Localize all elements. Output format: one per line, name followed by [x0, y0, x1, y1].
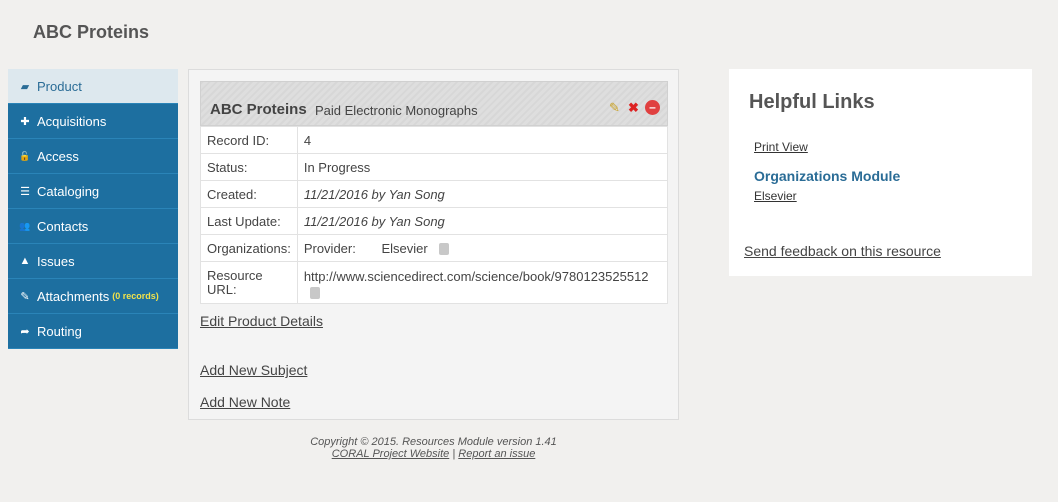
add-new-note-link[interactable]: Add New Note: [200, 394, 290, 410]
book-icon: ▰: [20, 80, 30, 93]
report-issue-link[interactable]: Report an issue: [458, 448, 535, 460]
sidebar-item-label: Access: [37, 148, 79, 164]
delete-icon[interactable]: ✖: [626, 100, 641, 115]
org-role: Provider:: [303, 240, 356, 256]
table-row: Organizations: Provider: Elsevier: [200, 234, 669, 262]
table-row: Record ID: 4: [200, 126, 669, 154]
share-icon: ➦: [20, 325, 30, 338]
record-id-value: 4: [296, 126, 669, 154]
print-view-link[interactable]: Print View: [754, 140, 808, 154]
sidebar-item-label: Routing: [37, 323, 82, 339]
sidebar-item-label: Product: [37, 78, 82, 94]
helpful-links-panel: Helpful Links Print View Organizations M…: [729, 69, 1032, 276]
sidebar-item-label: Attachments: [37, 288, 110, 304]
organizations-label: Organizations:: [200, 234, 298, 262]
footer-copyright: Copyright © 2015. Resources Module versi…: [310, 436, 557, 448]
last-update-label: Last Update:: [200, 207, 298, 235]
list-icon: ☰: [20, 185, 30, 198]
sidebar-item-label: Acquisitions: [37, 113, 107, 129]
open-url-icon[interactable]: [309, 286, 320, 299]
record-id-label: Record ID:: [200, 126, 298, 154]
paperclip-icon: ✎: [20, 290, 30, 303]
sidebar-item-label: Contacts: [37, 218, 89, 234]
last-update-value: 11/21/2016 by Yan Song: [303, 213, 445, 229]
record-subtitle: Paid Electronic Monographs: [315, 103, 478, 118]
created-label: Created:: [200, 180, 298, 208]
table-row: Created: 11/21/2016 by Yan Song: [200, 180, 669, 208]
edit-icon[interactable]: ✎: [607, 100, 622, 115]
record-title: ABC Proteins: [210, 101, 307, 118]
table-row: Last Update: 11/21/2016 by Yan Song: [200, 207, 669, 235]
sidebar-item-label: Cataloging: [37, 183, 100, 199]
record-actions: ✎ ✖ –: [607, 100, 660, 115]
remove-icon[interactable]: –: [645, 100, 660, 115]
main-panel: ABC Proteins Paid Electronic Monographs …: [188, 69, 679, 420]
resource-url-label: Resource: [207, 267, 263, 283]
resource-url-label-2: URL:: [207, 281, 237, 297]
status-value: In Progress: [296, 153, 669, 181]
edit-product-details-link[interactable]: Edit Product Details: [200, 313, 323, 329]
sidebar: ▰ Product ✚ Acquisitions 🔓 Access ☰ Cata…: [8, 69, 178, 349]
sidebar-item-routing[interactable]: ➦ Routing: [8, 314, 178, 349]
sidebar-item-contacts[interactable]: 👥 Contacts: [8, 209, 178, 244]
sidebar-item-attachments[interactable]: ✎ Attachments (0 records): [8, 279, 178, 314]
coral-project-link[interactable]: CORAL Project Website: [332, 448, 450, 460]
attachments-count-badge: (0 records): [112, 291, 159, 301]
send-feedback-link[interactable]: Send feedback on this resource: [744, 243, 941, 259]
table-row: Resource URL: http://www.sciencedirect.c…: [200, 261, 669, 304]
elsevier-link[interactable]: Elsevier: [754, 189, 797, 203]
organizations-module-heading: Organizations Module: [754, 168, 901, 184]
sidebar-item-access[interactable]: 🔓 Access: [8, 139, 178, 174]
organization-detail-icon[interactable]: [439, 243, 450, 256]
sidebar-item-cataloging[interactable]: ☰ Cataloging: [8, 174, 178, 209]
warning-icon: ▲: [19, 255, 31, 267]
created-value: 11/21/2016 by Yan Song: [303, 186, 445, 202]
sidebar-item-acquisitions[interactable]: ✚ Acquisitions: [8, 104, 178, 139]
table-row: Status: In Progress: [200, 153, 669, 181]
resource-url-value: http://www.sciencedirect.com/science/boo…: [303, 269, 649, 284]
org-name: Elsevier: [381, 240, 428, 256]
puzzle-icon: ✚: [20, 115, 30, 128]
page-title: ABC Proteins: [33, 22, 150, 42]
sidebar-item-issues[interactable]: ▲ Issues: [8, 244, 178, 279]
sidebar-item-product[interactable]: ▰ Product: [8, 69, 178, 104]
add-new-subject-link[interactable]: Add New Subject: [200, 362, 307, 378]
record-header: ABC Proteins Paid Electronic Monographs …: [200, 81, 668, 126]
sidebar-item-label: Issues: [37, 253, 75, 269]
helpful-links-title: Helpful Links: [749, 91, 875, 113]
users-icon: 👥: [19, 220, 31, 231]
footer-separator: |: [452, 448, 456, 460]
status-label: Status:: [200, 153, 298, 181]
record-details-table: Record ID: 4 Status: In Progress Created…: [200, 126, 669, 304]
lock-icon: 🔓: [19, 150, 31, 161]
footer-links: CORAL Project Website | Report an issue: [188, 448, 679, 460]
